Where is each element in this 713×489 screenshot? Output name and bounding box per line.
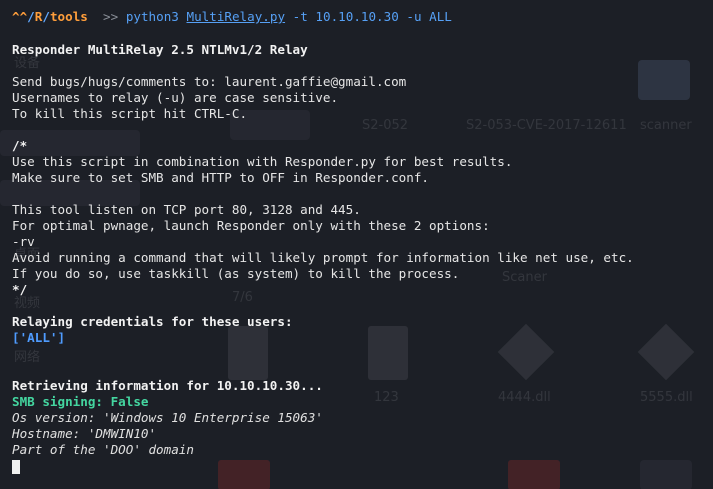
relaying-users: ['ALL']: [12, 330, 66, 345]
hostname: Hostname: 'DMWIN10': [12, 426, 157, 441]
output-line: Make sure to set SMB and HTTP to OFF in …: [12, 170, 430, 185]
output-line: Avoid running a command that will likely…: [12, 250, 634, 265]
relaying-heading: Relaying credentials for these users:: [12, 314, 293, 329]
command-name: python3: [125, 9, 179, 24]
output-line: Use this script in combination with Resp…: [12, 154, 513, 169]
output-line: Usernames to relay (-u) are case sensiti…: [12, 90, 339, 105]
command-prompt: ^^/R/tools >> python3 MultiRelay.py -t 1…: [12, 9, 713, 25]
output-line: -rv: [12, 234, 35, 249]
domain-info: Part of the 'DOO' domain: [12, 442, 194, 457]
os-version: Os version: 'Windows 10 Enterprise 15063…: [12, 410, 323, 425]
comment-open: /*: [12, 138, 28, 153]
command-args: -t 10.10.10.30 -u ALL: [292, 9, 452, 24]
tool-banner: Responder MultiRelay 2.5 NTLMv1/2 Relay: [12, 42, 308, 57]
command-script: MultiRelay.py: [186, 9, 286, 24]
output-line: Send bugs/hugs/comments to: laurent.gaff…: [12, 74, 407, 89]
terminal-window[interactable]: ^^/R/tools >> python3 MultiRelay.py -t 1…: [0, 0, 713, 489]
smb-signing-status: SMB signing: False: [12, 394, 149, 409]
output-line: If you do so, use taskkill (as system) t…: [12, 266, 460, 281]
output-line: For optimal pwnage, launch Responder onl…: [12, 218, 490, 233]
terminal-cursor: [12, 459, 20, 474]
output-line: To kill this script hit CTRL-C.: [12, 106, 248, 121]
prompt-separator: >>: [103, 9, 119, 24]
output-line: This tool listen on TCP port 80, 3128 an…: [12, 202, 361, 217]
comment-close: */: [12, 282, 28, 297]
retrieving-heading: Retrieving information for 10.10.10.30..…: [12, 378, 323, 393]
prompt-path: ^^/R/tools: [12, 9, 88, 24]
cursor-line[interactable]: [12, 458, 713, 474]
